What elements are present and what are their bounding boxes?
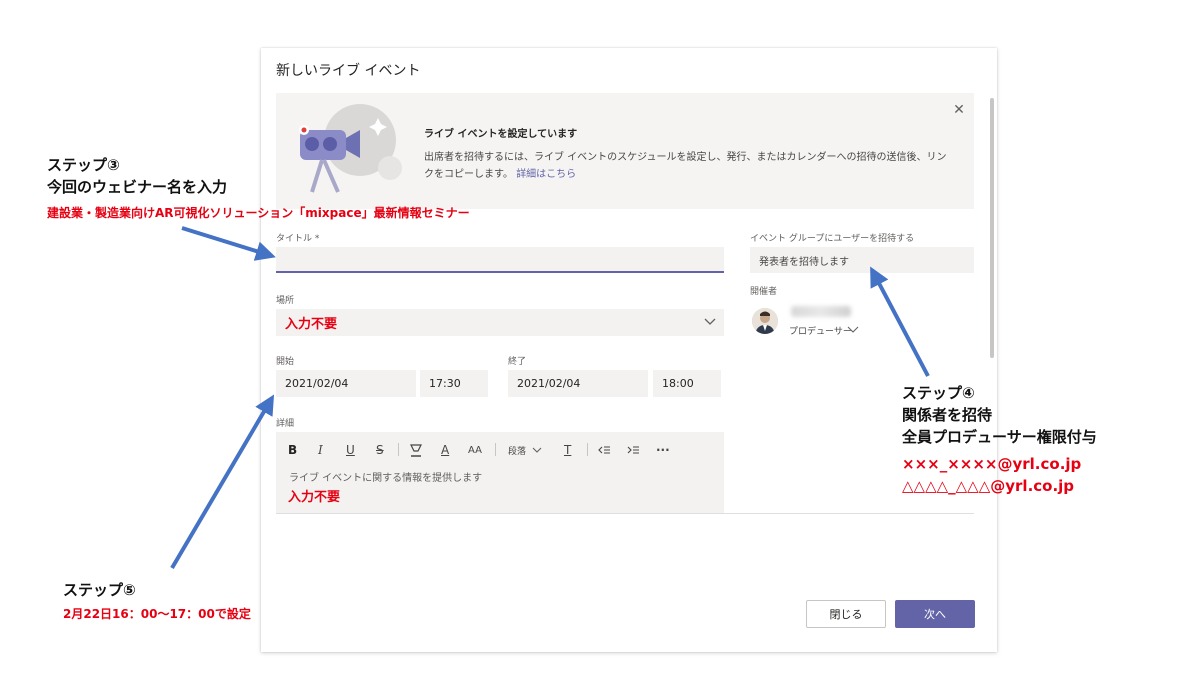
step5-schedule: 2月22日16：00～17：00で設定	[63, 607, 251, 621]
highlight-icon[interactable]	[408, 441, 424, 459]
step4-desc1: 関係者を招待	[902, 406, 993, 424]
clear-format-button[interactable]: T	[564, 441, 571, 459]
details-placeholder: ライブ イベントに関する情報を提供します	[289, 473, 483, 484]
step3-arrow	[181, 226, 276, 261]
step3-desc: 今回のウェビナー名を入力	[47, 178, 228, 196]
banner-body: 出席者を招待するには、ライブ イベントのスケジュールを設定し、発行、またはカレン…	[424, 149, 949, 183]
start-label: 開始	[276, 357, 295, 367]
title-input[interactable]	[276, 247, 724, 273]
location-dropdown[interactable]: 入力不要	[276, 309, 724, 336]
organizer-role[interactable]: プロデューサー	[789, 324, 852, 337]
bold-button[interactable]: B	[288, 441, 297, 459]
location-value: 入力不要	[285, 317, 338, 332]
italic-button[interactable]: I	[318, 441, 323, 459]
font-size-button[interactable]: AA	[468, 441, 482, 459]
details-label: 詳細	[276, 419, 295, 429]
step3-webinar-name: 建設業・製造業向けAR可視化ソリューション「mixpace」最新情報セミナー	[47, 206, 470, 220]
toolbar-divider	[587, 443, 588, 456]
step4-email1: ×××_××××@yrl.co.jp	[902, 455, 1082, 473]
close-icon[interactable]: ✕	[950, 101, 968, 119]
location-label: 場所	[276, 296, 295, 306]
close-button[interactable]: 閉じる	[806, 600, 886, 628]
end-date-field[interactable]: 2021/02/04	[508, 370, 648, 397]
step5-arrow	[170, 394, 275, 570]
step4-desc2: 全員プロデューサー権限付与	[902, 428, 1097, 446]
invite-input[interactable]: 発表者を招待します	[750, 247, 974, 273]
invite-label: イベント グループにユーザーを招待する	[750, 234, 915, 244]
chevron-down-icon[interactable]	[532, 441, 542, 459]
banner-title: ライブ イベントを設定しています	[424, 129, 578, 140]
page: 新しいライブ イベント ライブ イベントを設定しています 出席者を招待するには、…	[0, 0, 1200, 700]
increase-indent-icon[interactable]	[626, 441, 640, 459]
font-color-button[interactable]: A	[441, 441, 449, 459]
start-date-field[interactable]: 2021/02/04	[276, 370, 416, 397]
end-time-field[interactable]: 18:00	[653, 370, 721, 397]
step4-email2: △△△△_△△△@yrl.co.jp	[902, 477, 1075, 495]
start-time-field[interactable]: 17:30	[420, 370, 488, 397]
details-value: 入力不要	[288, 490, 341, 505]
paragraph-dropdown[interactable]: 段落	[508, 441, 526, 459]
chevron-down-icon[interactable]	[703, 315, 717, 329]
underline-button[interactable]: U	[346, 441, 355, 459]
divider	[276, 513, 974, 514]
title-label: タイトル *	[276, 234, 320, 244]
paragraph-label: 段落	[508, 446, 527, 457]
avatar	[752, 308, 778, 334]
camera-illustration-icon	[299, 104, 402, 193]
toolbar-divider	[495, 443, 496, 456]
strikethrough-button[interactable]: S	[376, 441, 384, 459]
more-options-button[interactable]: ···	[656, 441, 670, 459]
dialog-title: 新しいライブ イベント	[276, 63, 421, 79]
end-label: 終了	[508, 357, 527, 367]
organizer-label: 開催者	[750, 287, 778, 297]
step4-title: ステップ④	[902, 384, 975, 402]
chevron-down-icon[interactable]	[847, 325, 859, 335]
next-button[interactable]: 次へ	[895, 600, 975, 628]
step5-title: ステップ⑤	[63, 581, 136, 599]
organizer-name-blurred	[791, 306, 851, 317]
step3-title: ステップ③	[47, 156, 120, 174]
banner-text: 出席者を招待するには、ライブ イベントのスケジュールを設定し、発行、またはカレン…	[424, 152, 947, 180]
decrease-indent-icon[interactable]	[597, 441, 611, 459]
toolbar-divider	[398, 443, 399, 456]
scrollbar[interactable]	[990, 98, 994, 358]
learn-more-link[interactable]: 詳細はこちら	[516, 169, 576, 180]
